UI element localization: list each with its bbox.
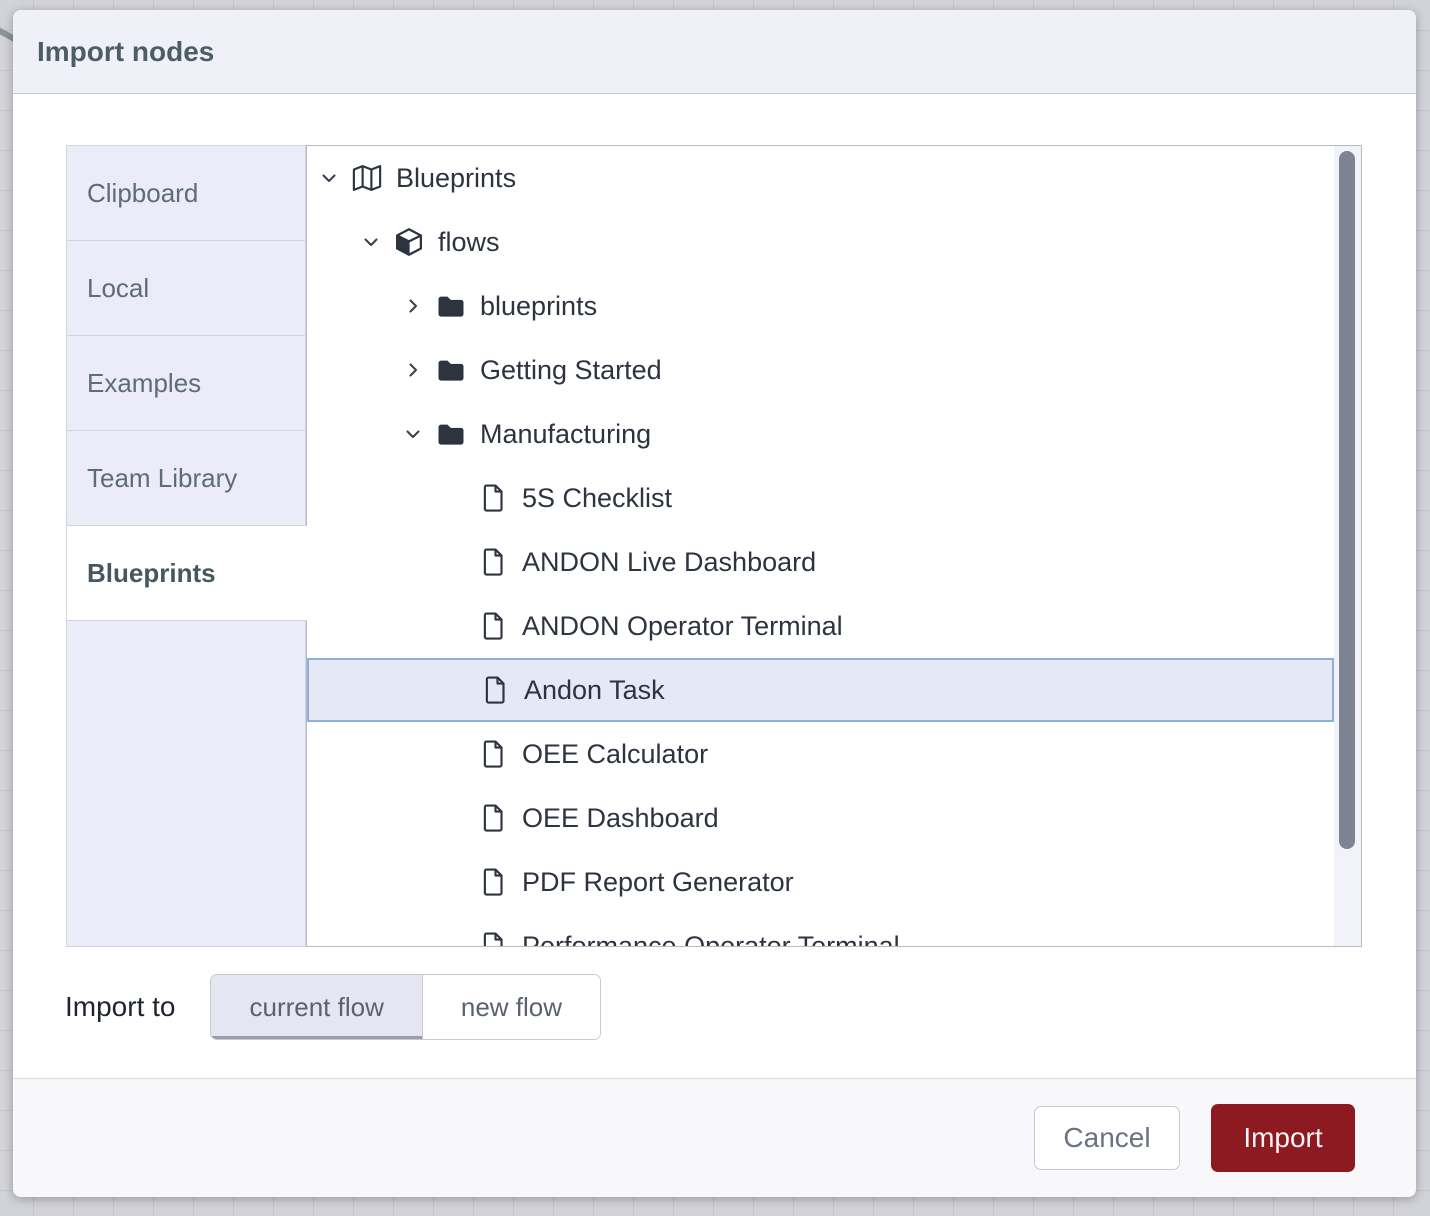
chevron-spacer [443, 610, 477, 642]
tree-row[interactable]: Getting Started [307, 338, 1334, 402]
file-icon [477, 546, 509, 578]
tree-row[interactable]: ANDON Live Dashboard [307, 530, 1334, 594]
file-icon [477, 482, 509, 514]
import-button[interactable]: Import [1211, 1104, 1355, 1172]
import-target-toggle: current flow new flow [210, 974, 601, 1040]
tree-row[interactable]: Andon Task [307, 658, 1334, 722]
chevron-right-icon[interactable] [401, 290, 435, 322]
map-icon [351, 162, 383, 194]
tree-item-label: Andon Task [524, 675, 665, 706]
tree-row[interactable]: Manufacturing [307, 402, 1334, 466]
tree-row[interactable]: ANDON Operator Terminal [307, 594, 1334, 658]
folder-icon [435, 354, 467, 386]
chevron-spacer [445, 674, 479, 706]
dialog-title: Import nodes [13, 36, 214, 68]
chevron-down-icon[interactable] [401, 418, 435, 450]
tree-item-label: ANDON Live Dashboard [522, 547, 816, 578]
file-icon [477, 930, 509, 947]
tree-item-label: blueprints [480, 291, 597, 322]
tree-row[interactable]: Performance Operator Terminal [307, 914, 1334, 947]
tabs-filler [66, 620, 306, 947]
tree-row[interactable]: Blueprints [307, 146, 1334, 210]
chevron-right-icon[interactable] [401, 354, 435, 386]
tree-row[interactable]: 5S Checklist [307, 466, 1334, 530]
folder-icon [435, 290, 467, 322]
import-nodes-dialog: Import nodes ClipboardLocalExamplesTeam … [13, 10, 1416, 1197]
tree-row[interactable]: OEE Dashboard [307, 786, 1334, 850]
current-flow-toggle[interactable]: current flow [211, 975, 421, 1039]
tree-item-label: OEE Calculator [522, 739, 708, 770]
tab-clipboard[interactable]: Clipboard [66, 145, 306, 241]
tree-scrollbar-thumb[interactable] [1339, 151, 1355, 849]
tab-local[interactable]: Local [66, 240, 306, 336]
tree-item-label: Performance Operator Terminal [522, 931, 900, 948]
library-tree: Blueprints flows blueprints Getting Started… [306, 145, 1362, 947]
tree-item-label: OEE Dashboard [522, 803, 719, 834]
import-to-label: Import to [65, 991, 175, 1023]
file-icon [477, 738, 509, 770]
tree-item-label: PDF Report Generator [522, 867, 794, 898]
import-to-row: Import to current flow new flow [65, 974, 601, 1040]
tree-item-label: Getting Started [480, 355, 662, 386]
tree-row[interactable]: OEE Calculator [307, 722, 1334, 786]
library-tabs: ClipboardLocalExamplesTeam LibraryBluepr… [66, 145, 306, 947]
tree-rows: Blueprints flows blueprints Getting Started… [307, 146, 1361, 947]
chevron-spacer [443, 802, 477, 834]
tree-scrollbar-track [1334, 146, 1361, 946]
tab-examples[interactable]: Examples [66, 335, 306, 431]
tab-blueprints[interactable]: Blueprints [66, 525, 307, 621]
tree-row[interactable]: PDF Report Generator [307, 850, 1334, 914]
chevron-spacer [443, 930, 477, 947]
chevron-down-icon[interactable] [317, 162, 351, 194]
dialog-footer: Cancel Import [13, 1078, 1416, 1197]
file-icon [479, 674, 511, 706]
chevron-down-icon[interactable] [359, 226, 393, 258]
dialog-header: Import nodes [13, 10, 1416, 94]
tab-team-library[interactable]: Team Library [66, 430, 306, 526]
tree-item-label: 5S Checklist [522, 483, 672, 514]
workspace-background: Import nodes ClipboardLocalExamplesTeam … [0, 0, 1430, 1216]
file-icon [477, 802, 509, 834]
chevron-spacer [443, 482, 477, 514]
tree-item-label: flows [438, 227, 500, 258]
cancel-button[interactable]: Cancel [1034, 1106, 1180, 1170]
tree-item-label: Blueprints [396, 163, 516, 194]
chevron-spacer [443, 738, 477, 770]
new-flow-toggle[interactable]: new flow [422, 975, 600, 1039]
tree-row[interactable]: blueprints [307, 274, 1334, 338]
file-icon [477, 610, 509, 642]
package-icon [393, 226, 425, 258]
chevron-spacer [443, 546, 477, 578]
tree-item-label: Manufacturing [480, 419, 651, 450]
tree-row[interactable]: flows [307, 210, 1334, 274]
chevron-spacer [443, 866, 477, 898]
file-icon [477, 866, 509, 898]
folder-icon [435, 418, 467, 450]
tree-item-label: ANDON Operator Terminal [522, 611, 843, 642]
